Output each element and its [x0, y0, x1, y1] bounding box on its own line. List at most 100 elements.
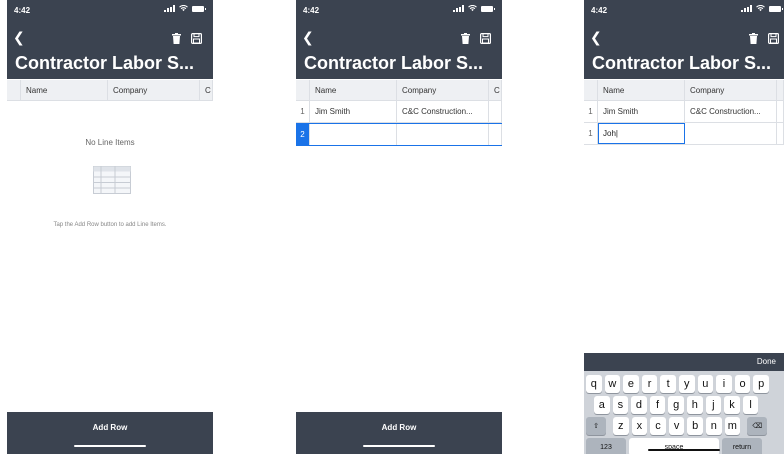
- key[interactable]: y: [678, 375, 695, 393]
- trash-icon[interactable]: [749, 33, 758, 44]
- done-button[interactable]: Done: [757, 357, 776, 366]
- column-header-company[interactable]: Company: [108, 80, 200, 100]
- key[interactable]: o: [734, 375, 751, 393]
- table-header-row: Name Company C: [7, 80, 213, 101]
- column-header-company[interactable]: Company: [397, 80, 489, 100]
- cell-name[interactable]: [310, 124, 397, 145]
- keyboard-row-4: 123 space return: [586, 438, 784, 454]
- status-time: 4:42: [14, 6, 31, 15]
- on-screen-keyboard: Done qwertyuiop asdfghjkl ⇧ zxcvbnm ⌫ 12…: [584, 353, 784, 454]
- row-index-header: [584, 80, 598, 100]
- save-icon[interactable]: [480, 33, 491, 44]
- space-key[interactable]: space: [629, 438, 719, 454]
- key[interactable]: s: [612, 396, 629, 414]
- back-button[interactable]: ❮: [590, 30, 602, 44]
- key[interactable]: v: [668, 417, 685, 435]
- trash-icon[interactable]: [461, 33, 470, 44]
- page-title: Contractor Labor S...: [15, 53, 195, 73]
- column-header-next[interactable]: [777, 80, 784, 100]
- table-row-editing[interactable]: 1 Joh|: [584, 123, 784, 145]
- column-header-name[interactable]: Name: [21, 80, 108, 100]
- cell-next[interactable]: [777, 101, 784, 122]
- cell-company[interactable]: C&C Construction...: [685, 101, 777, 122]
- add-row-button[interactable]: Add Row: [7, 412, 213, 454]
- save-icon[interactable]: [768, 33, 779, 44]
- empty-state-hint: Tap the Add Row button to add Line Items…: [53, 222, 167, 228]
- key[interactable]: a: [594, 396, 610, 414]
- back-button[interactable]: ❮: [13, 30, 25, 44]
- key[interactable]: r: [641, 375, 658, 393]
- column-header-next[interactable]: C: [200, 80, 213, 100]
- keyboard-toolbar: Done: [584, 353, 784, 371]
- key[interactable]: n: [705, 417, 722, 435]
- cell-name[interactable]: Jim Smith: [310, 101, 397, 122]
- cell-company[interactable]: C&C Construction...: [397, 101, 489, 122]
- table-row-new[interactable]: 2: [296, 123, 502, 146]
- key[interactable]: m: [724, 417, 741, 435]
- column-header-name[interactable]: Name: [598, 80, 685, 100]
- row-index-header: [296, 80, 310, 100]
- status-time: 4:42: [303, 6, 320, 15]
- page-title: Contractor Labor S...: [304, 53, 484, 73]
- key[interactable]: h: [686, 396, 703, 414]
- key[interactable]: g: [668, 396, 684, 414]
- key[interactable]: p: [753, 375, 769, 393]
- table-header-row: Name Company: [584, 80, 784, 101]
- column-header-company[interactable]: Company: [685, 80, 777, 100]
- battery-icon: [769, 5, 783, 12]
- line-items-table: Name Company 1 Jim Smith C&C Constructio…: [584, 80, 784, 145]
- key[interactable]: b: [687, 417, 703, 435]
- key[interactable]: e: [623, 375, 639, 393]
- table-row[interactable]: 1 Jim Smith C&C Construction...: [584, 101, 784, 123]
- table-row[interactable]: 1 Jim Smith C&C Construction...: [296, 101, 502, 123]
- battery-icon: [481, 5, 495, 12]
- key[interactable]: x: [631, 417, 648, 435]
- cell-next[interactable]: [777, 123, 784, 144]
- line-items-table: Name Company C: [7, 80, 213, 101]
- key[interactable]: l: [742, 396, 759, 414]
- return-key[interactable]: return: [722, 438, 762, 454]
- home-indicator: [74, 445, 146, 447]
- cell-company[interactable]: [397, 124, 489, 145]
- navigation-bar: 4:42 ❮ Contractor Labor S...: [584, 0, 784, 79]
- backspace-key[interactable]: ⌫: [747, 417, 768, 435]
- key[interactable]: c: [650, 417, 666, 435]
- row-index: 2: [296, 124, 310, 145]
- key[interactable]: q: [586, 375, 602, 393]
- numbers-key[interactable]: 123: [586, 438, 626, 454]
- cell-next[interactable]: [489, 101, 502, 122]
- add-row-label: Add Row: [92, 423, 128, 432]
- key[interactable]: j: [705, 396, 722, 414]
- key[interactable]: f: [649, 396, 666, 414]
- save-icon[interactable]: [191, 33, 202, 44]
- home-indicator: [363, 445, 435, 447]
- keyboard-row-3: ⇧ zxcvbnm ⌫: [586, 417, 784, 435]
- shift-key[interactable]: ⇧: [586, 417, 606, 435]
- key[interactable]: t: [660, 375, 676, 393]
- keyboard-letter-row-3: zxcvbnm: [613, 417, 741, 435]
- cell-name-input[interactable]: Joh|: [598, 123, 685, 144]
- signal-icon: [164, 5, 175, 12]
- add-row-button[interactable]: Add Row: [296, 412, 502, 454]
- back-button[interactable]: ❮: [302, 30, 314, 44]
- cell-name[interactable]: Jim Smith: [598, 101, 685, 122]
- keyboard-row-2: asdfghjkl: [594, 396, 784, 414]
- cell-next[interactable]: [489, 124, 502, 145]
- signal-icon: [741, 5, 752, 12]
- key[interactable]: d: [631, 396, 647, 414]
- column-header-name[interactable]: Name: [310, 80, 397, 100]
- signal-icon: [453, 5, 464, 12]
- navigation-bar: 4:42 ❮ Contractor Labor S...: [7, 0, 213, 79]
- key[interactable]: i: [716, 375, 732, 393]
- cell-company[interactable]: [685, 123, 777, 144]
- key[interactable]: w: [604, 375, 621, 393]
- phone-screen-new-row: 4:42 ❮ Contractor Labor S... Name Compan…: [296, 0, 502, 454]
- key[interactable]: k: [724, 396, 740, 414]
- trash-icon[interactable]: [172, 33, 181, 44]
- row-index: 1: [584, 123, 598, 144]
- key[interactable]: u: [697, 375, 714, 393]
- column-header-next[interactable]: C: [489, 80, 502, 100]
- line-items-table: Name Company C 1 Jim Smith C&C Construct…: [296, 80, 502, 146]
- key[interactable]: z: [613, 417, 629, 435]
- page-title: Contractor Labor S...: [592, 53, 772, 73]
